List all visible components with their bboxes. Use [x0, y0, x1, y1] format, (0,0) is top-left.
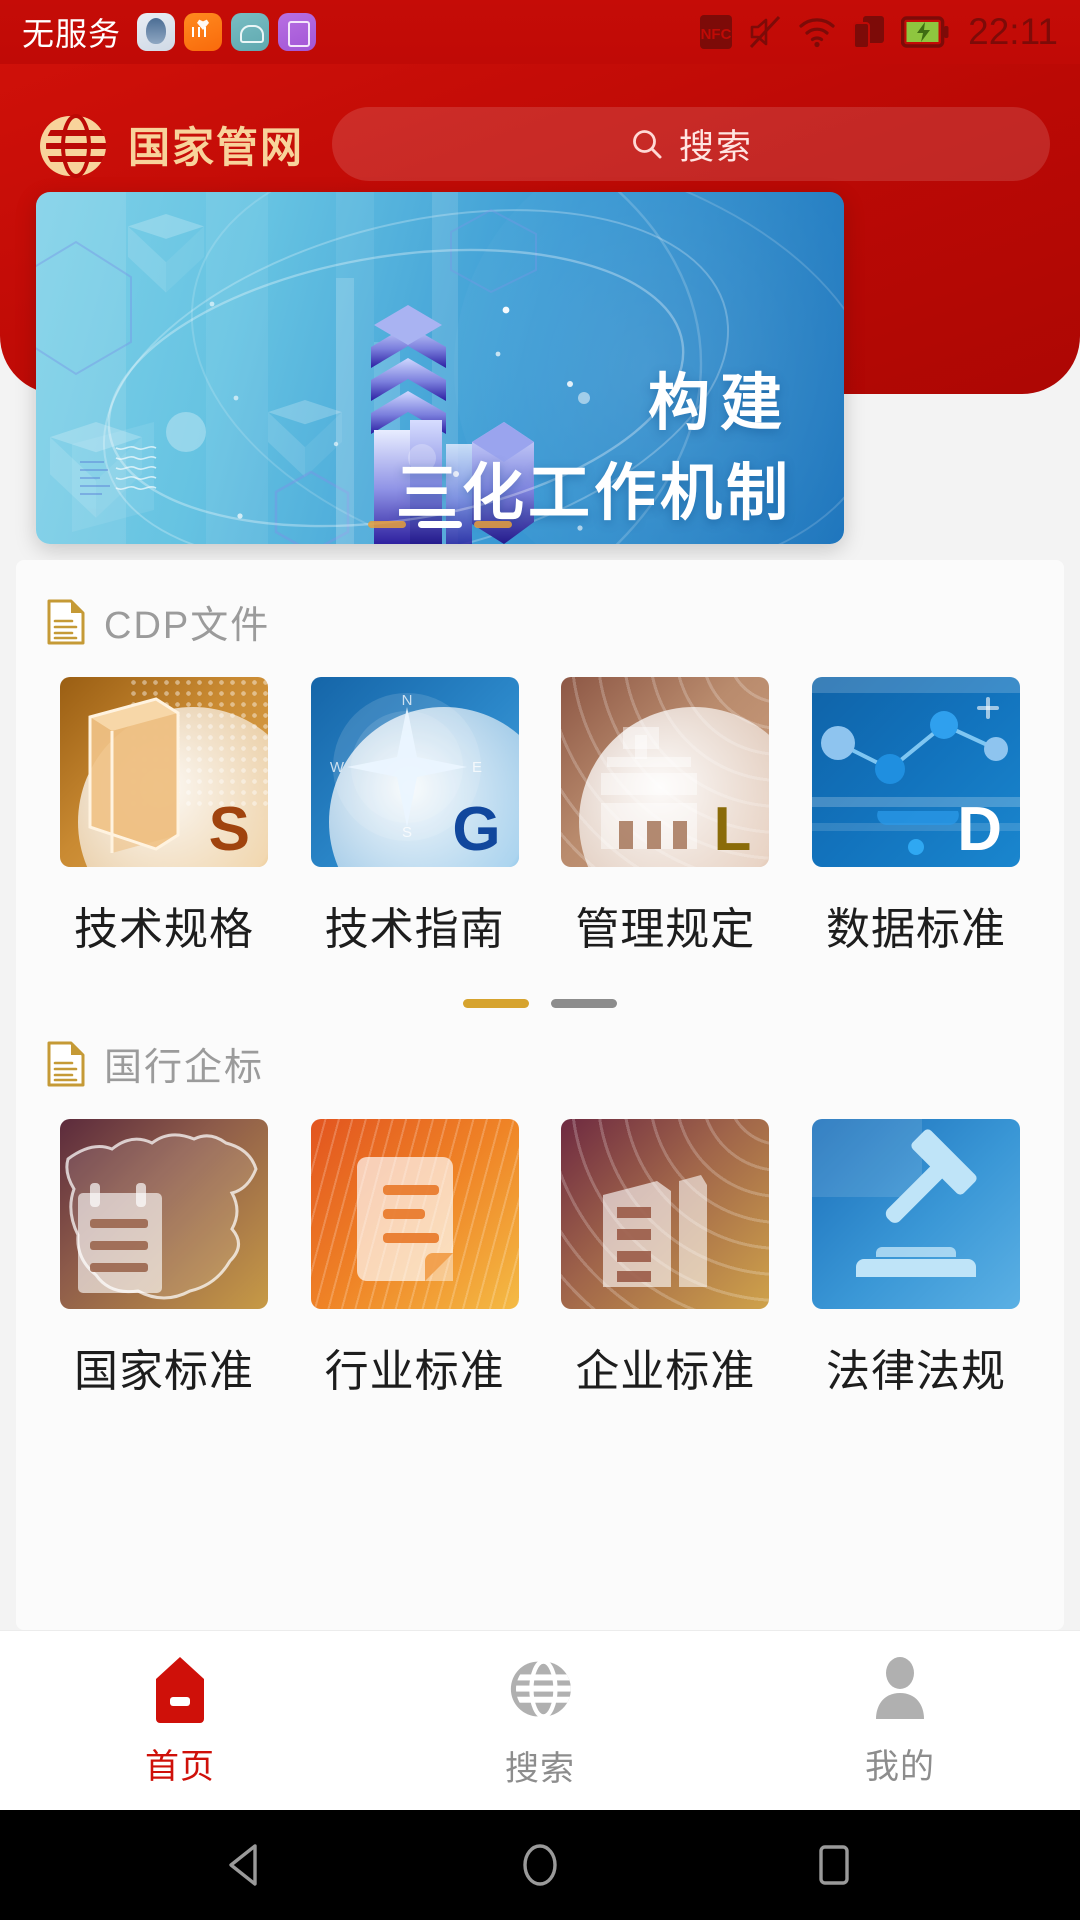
- tab-label: 我的: [865, 1748, 935, 1786]
- contact-app-icon: [137, 13, 176, 51]
- document-icon: [47, 1041, 85, 1086]
- tile-thumbnail: N S W E G: [310, 677, 519, 867]
- cdp-pagination[interactable]: [16, 999, 1064, 1008]
- content-card: CDP文件 S 技术规格 N S W E G 技术指南 L 管理规定 D 数据标…: [16, 560, 1064, 1630]
- tile-thumbnail: [60, 1119, 268, 1309]
- national-pipeline-globe-logo: [30, 102, 114, 186]
- svg-text:NFC: NFC: [701, 26, 732, 43]
- wifi-icon: [799, 18, 835, 48]
- dual-sim-icon: [853, 16, 885, 49]
- china-map-clipboard-icon: [65, 1133, 258, 1300]
- tile-label: 技术指南: [324, 905, 505, 954]
- tile-label: 技术规格: [74, 905, 254, 954]
- person-icon: [876, 1657, 924, 1719]
- document-page-icon: [356, 1157, 453, 1281]
- tile-laws-regulations[interactable]: 法律法规: [811, 1119, 1020, 1399]
- section-title: CDP文件: [104, 605, 271, 647]
- tile-label: 行业标准: [324, 1347, 505, 1396]
- banner-pagination[interactable]: [36, 521, 844, 528]
- tile-label: 数据标准: [825, 905, 1006, 954]
- tile-thumbnail: [310, 1119, 519, 1309]
- header-row: 国家管网 搜索: [0, 98, 1080, 190]
- nfc-icon: NFC: [700, 15, 733, 49]
- svg-text:W: W: [330, 759, 345, 776]
- tile-badge: S: [208, 795, 250, 864]
- android-nav-bar: [0, 1810, 1080, 1920]
- tile-thumbnail: [561, 1119, 770, 1309]
- battery-charging-icon: [901, 16, 949, 48]
- status-system-icons: NFC 22:11: [699, 11, 1058, 53]
- banner-dot[interactable]: [368, 521, 406, 528]
- tile-badge: D: [957, 795, 1002, 864]
- banner-dot-active[interactable]: [418, 521, 462, 528]
- tab-profile[interactable]: 我的: [720, 1653, 1080, 1788]
- bottom-tab-bar: 首页 搜索 我的: [0, 1630, 1080, 1810]
- tab-label: 搜索: [505, 1750, 575, 1788]
- tile-badge: L: [713, 795, 752, 864]
- banner-dot[interactable]: [474, 521, 512, 528]
- search-placeholder: 搜索: [679, 127, 754, 167]
- status-app-icons: [137, 13, 317, 51]
- home-icon: [156, 1657, 204, 1723]
- tile-industry-standard[interactable]: 行业标准: [310, 1119, 519, 1399]
- office-buildings-icon: [603, 1175, 708, 1287]
- tile-technical-guide[interactable]: N S W E G 技术指南: [310, 677, 519, 957]
- search-input[interactable]: 搜索: [332, 107, 1050, 181]
- tile-label: 企业标准: [575, 1347, 756, 1396]
- svg-text:N: N: [401, 692, 412, 709]
- tile-technical-spec[interactable]: S 技术规格: [60, 677, 268, 957]
- section-title: 国行企标: [104, 1047, 265, 1089]
- tab-home[interactable]: 首页: [0, 1653, 360, 1788]
- tile-management-rules[interactable]: L 管理规定: [561, 677, 770, 957]
- app-root: 无服务 NFC 22:11 国家管网 搜索 构建 三化工作机制 CDP文件 S …: [0, 0, 1080, 1920]
- globe-search-icon: [510, 1659, 571, 1719]
- banner-title-line2: 三化工作机制: [395, 459, 792, 528]
- tab-label: 首页: [145, 1748, 215, 1786]
- recents-square-icon[interactable]: [807, 1838, 861, 1892]
- tile-grid-standards: 国家标准 行业标准 企业标准 法律法规: [16, 1097, 1064, 1399]
- pager-dot[interactable]: [551, 999, 617, 1008]
- svg-text:S: S: [402, 824, 412, 841]
- gallery-app-icon: [278, 13, 317, 51]
- tile-national-standard[interactable]: 国家标准: [60, 1119, 268, 1399]
- search-icon: [633, 130, 662, 159]
- back-triangle-icon[interactable]: [219, 1838, 273, 1892]
- status-bar: 无服务 NFC 22:11: [0, 0, 1080, 64]
- promo-banner[interactable]: 构建 三化工作机制: [36, 192, 844, 544]
- tab-search[interactable]: 搜索: [360, 1651, 720, 1790]
- tile-thumbnail: S: [60, 677, 268, 867]
- home-circle-icon[interactable]: [513, 1838, 567, 1892]
- tile-thumbnail: [811, 1119, 1020, 1309]
- android-app-icon: [231, 13, 270, 51]
- mute-icon: [750, 15, 781, 49]
- tile-thumbnail: D: [811, 677, 1020, 867]
- gavel-icon: [811, 1119, 977, 1277]
- section-header-standards: 国行企标: [16, 1008, 1064, 1097]
- banner-title-line1: 构建: [647, 369, 792, 438]
- health-app-icon: [184, 13, 223, 51]
- tile-label: 法律法规: [825, 1347, 1006, 1396]
- tile-thumbnail: L: [561, 677, 770, 867]
- pager-dot-active[interactable]: [463, 999, 529, 1008]
- tile-grid-cdp: S 技术规格 N S W E G 技术指南 L 管理规定 D 数据标准: [16, 655, 1064, 957]
- brand-title: 国家管网: [128, 123, 305, 171]
- tile-enterprise-standard[interactable]: 企业标准: [561, 1119, 770, 1399]
- tile-data-standard[interactable]: D 数据标准: [811, 677, 1020, 957]
- svg-text:E: E: [472, 759, 482, 776]
- document-icon: [47, 599, 85, 644]
- tile-badge: G: [452, 795, 501, 864]
- carrier-label: 无服务: [22, 16, 122, 52]
- tile-label: 国家标准: [74, 1347, 254, 1396]
- clock-label: 22:11: [968, 11, 1058, 52]
- tile-label: 管理规定: [575, 905, 756, 954]
- section-header-cdp: CDP文件: [16, 560, 1064, 655]
